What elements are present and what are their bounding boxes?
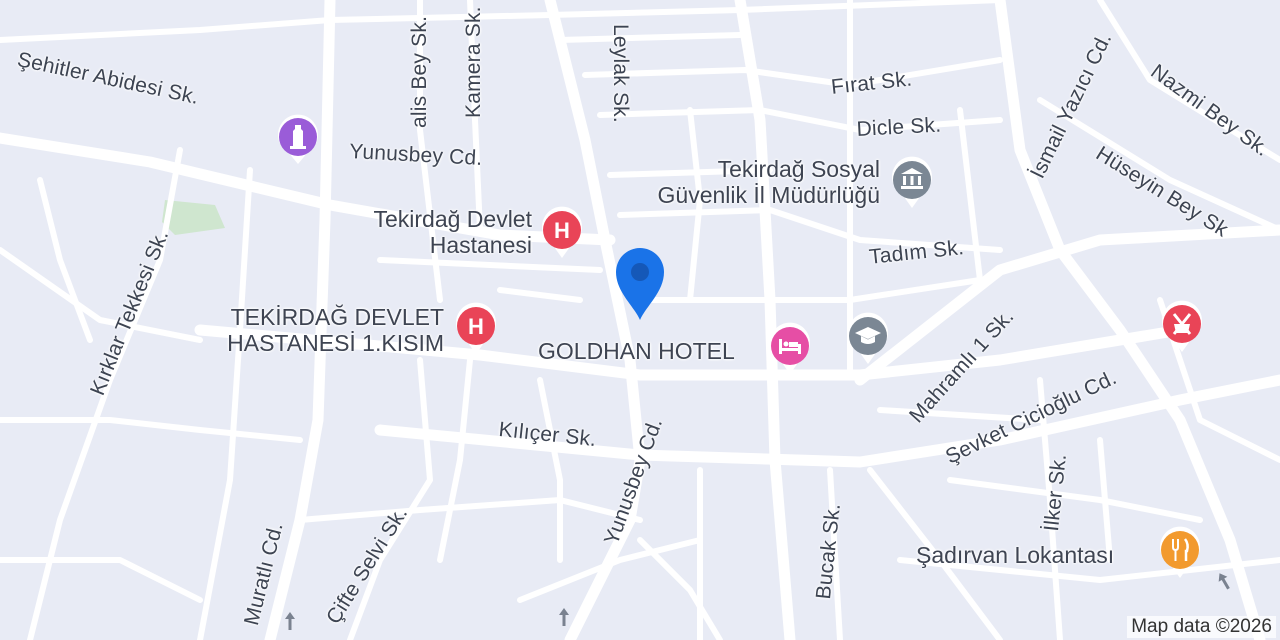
poi-label-social-security-line1: Tekirdağ Sosyal bbox=[717, 156, 880, 182]
street-label-dicle: Dicle Sk. bbox=[856, 113, 942, 141]
street-label-alis-bey: alis Bey Sk. bbox=[408, 15, 431, 128]
poi-label-hotel[interactable]: GOLDHAN HOTEL bbox=[538, 338, 735, 364]
svg-text:H: H bbox=[468, 314, 484, 339]
street-label-kamera: Kamera Sk. bbox=[462, 6, 485, 118]
svg-text:H: H bbox=[554, 218, 570, 243]
poi-label-hospital-2-line2: HASTANESİ 1.KISIM bbox=[227, 330, 444, 356]
hospital-pin-icon[interactable]: H bbox=[452, 300, 500, 356]
street-label-leylak: Leylak Sk. bbox=[609, 24, 632, 123]
one-way-arrow-icon bbox=[559, 608, 569, 626]
poi-label-hospital-2[interactable]: TEKİRDAĞ DEVLET HASTANESİ 1.KISIM bbox=[227, 304, 444, 356]
poi-label-hospital-1-line2: Hastanesi bbox=[429, 232, 532, 258]
monument-pin-icon[interactable] bbox=[274, 112, 322, 168]
restaurant-pin-icon[interactable] bbox=[1156, 524, 1204, 580]
school-pin-icon[interactable] bbox=[844, 310, 892, 366]
location-pin-icon[interactable] bbox=[612, 244, 668, 324]
poi-label-hospital-1[interactable]: Tekirdağ Devlet Hastanesi bbox=[373, 206, 532, 258]
poi-label-social-security-line2: Güvenlik İl Müdürlüğü bbox=[657, 182, 880, 208]
government-building-pin-icon[interactable] bbox=[888, 154, 936, 210]
hospital-pin-icon[interactable]: H bbox=[538, 204, 586, 260]
poi-label-hospital-1-line1: Tekirdağ Devlet bbox=[373, 206, 532, 232]
map-data-credit: Map data ©2026 bbox=[1127, 616, 1276, 638]
pharmacy-pin-icon[interactable] bbox=[1158, 298, 1206, 354]
poi-label-hospital-2-line1: TEKİRDAĞ DEVLET bbox=[230, 304, 444, 330]
poi-label-restaurant[interactable]: Şadırvan Lokantası bbox=[916, 542, 1114, 568]
map-canvas[interactable]: Şehitler Abidesi Sk. Yunusbey Cd. alis B… bbox=[0, 0, 1280, 640]
hotel-pin-icon[interactable] bbox=[766, 320, 814, 376]
poi-label-social-security[interactable]: Tekirdağ Sosyal Güvenlik İl Müdürlüğü bbox=[658, 156, 880, 208]
one-way-arrow-icon bbox=[285, 612, 295, 630]
